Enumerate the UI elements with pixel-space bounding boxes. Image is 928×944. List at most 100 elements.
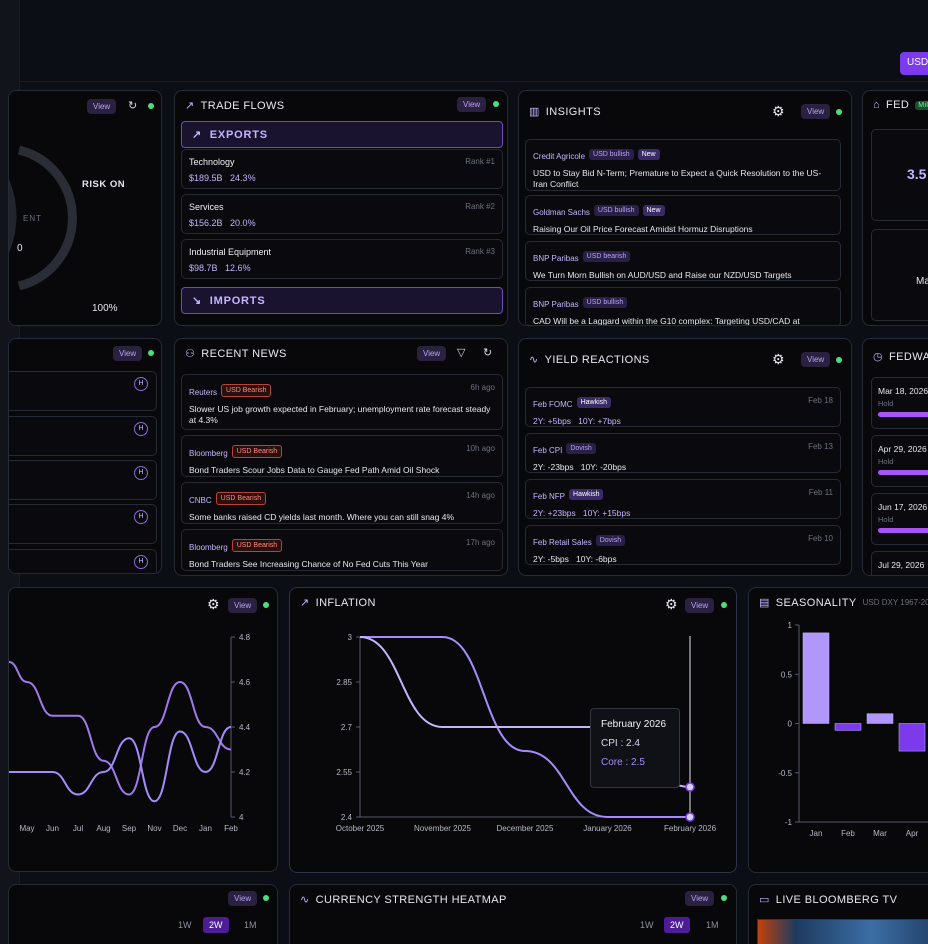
list-item[interactable]: H xyxy=(9,549,157,573)
item-values: 2Y: +5bps 10Y: +7bps xyxy=(533,416,621,426)
item-share: 24.3% xyxy=(230,173,256,183)
gear-icon[interactable]: ⚙ xyxy=(772,352,785,366)
yield-chart-panel: ⚙ View 4.8 4.6 4.4 4.2 4 May Jun Jul Aug Sep Nov De… xyxy=(8,587,278,872)
view-button[interactable]: View xyxy=(457,97,487,112)
high-impact-badge: H xyxy=(134,466,148,480)
fed-rate: 3.5 xyxy=(907,166,927,182)
item-value: $156.2B xyxy=(189,218,223,228)
news-item[interactable]: Bloomberg USD Bearish 10h ago Bond Trader… xyxy=(181,435,503,477)
video-player[interactable] xyxy=(757,919,928,944)
x-tick-label: Apr xyxy=(906,829,919,838)
item-header: CNBC USD Bearish xyxy=(189,490,495,508)
arrow-down-right-icon: ↘ xyxy=(192,295,203,307)
item-date: Feb 18 xyxy=(808,396,833,405)
probability-bar xyxy=(878,470,928,475)
news-item[interactable]: CNBC USD Bearish 14h ago Some banks raise… xyxy=(181,482,503,524)
item-values: 2Y: -5bps 10Y: -6bps xyxy=(533,554,617,564)
series-point-cpi xyxy=(685,812,695,822)
series-line-2 xyxy=(9,726,232,803)
list-item[interactable]: BNP Paribas USD bearish We Turn Morn Bull… xyxy=(525,241,841,281)
list-item[interactable]: Industrial Equipment Rank #3 $98.7B 12.6… xyxy=(181,239,503,279)
view-button[interactable]: View xyxy=(228,891,258,906)
status-dot xyxy=(836,109,842,115)
refresh-icon[interactable]: ↻ xyxy=(483,347,492,359)
item-text: Slower US job growth expected in Februar… xyxy=(189,404,491,425)
list-item[interactable]: Credit Agricole USD bullish New USD to Sta… xyxy=(525,139,841,191)
meeting-date: Jul 29, 2026 xyxy=(878,560,925,570)
inflation-panel: ↗ INFLATION ⚙ View 3 2.85 2.7 2.55 2.4 October… xyxy=(289,587,737,873)
clock-icon: ◷ xyxy=(873,351,883,363)
view-button[interactable]: View xyxy=(113,346,143,361)
refresh-icon[interactable]: ↻ xyxy=(128,100,137,112)
range-1m[interactable]: 1M xyxy=(244,920,257,930)
x-tick-label: Mar xyxy=(873,829,887,838)
y-tick-label: 4.4 xyxy=(239,723,251,732)
exports-header[interactable]: ↗ EXPORTS xyxy=(181,121,503,148)
view-button[interactable]: View xyxy=(801,104,831,119)
range-1m[interactable]: 1M xyxy=(706,920,719,930)
currency-button[interactable]: USD xyxy=(900,52,928,75)
view-button[interactable]: View xyxy=(87,99,117,114)
item-rank: Rank #3 xyxy=(465,247,495,256)
list-item[interactable]: Services Rank #2 $156.2B 20.0% xyxy=(181,194,503,234)
list-item[interactable]: Goldman Sachs USD bullish New Raising Our … xyxy=(525,195,841,235)
heatmap-panel: ∿ CURRENCY STRENGTH HEATMAP View 1W 2W 1M xyxy=(289,884,737,944)
y-tick-label: 1 xyxy=(788,621,793,630)
y-tick-label: 4 xyxy=(239,813,244,822)
fedwatch-panel: ◷ FEDWAT Mar 18, 2026 Hold Apr 29, 2026 H… xyxy=(862,338,928,576)
imports-header[interactable]: ↘ IMPORTS xyxy=(181,287,503,314)
arrow-up-right-icon: ↗ xyxy=(192,129,203,141)
view-button[interactable]: View xyxy=(685,891,715,906)
status-dot xyxy=(148,350,154,356)
list-item[interactable]: Technology Rank #1 $189.5B 24.3% xyxy=(181,149,503,189)
news-item[interactable]: Bloomberg USD Bearish 17h ago Bond Trader… xyxy=(181,529,503,571)
top-bar xyxy=(20,10,928,82)
meeting-item[interactable]: Apr 29, 2026 Hold xyxy=(871,435,928,487)
yield-item[interactable]: Feb CPI Dovish Feb 13 2Y: -23bps 10Y: -20… xyxy=(525,433,841,473)
list-item[interactable]: H xyxy=(9,416,157,456)
list-item[interactable]: BNP Paribas USD bullish CAD Will be a Lag… xyxy=(525,287,841,325)
item-text: Raising Our Oil Price Forecast Amidst Ho… xyxy=(533,224,753,234)
x-tick-label: Feb xyxy=(224,824,238,833)
news-item[interactable]: Reuters USD Bearish 6h ago Slower US job … xyxy=(181,374,503,430)
risk-label: RISK ON xyxy=(82,179,126,190)
panel-header: ∿ CURRENCY STRENGTH HEATMAP xyxy=(300,893,507,907)
view-button[interactable]: View xyxy=(417,346,447,361)
tooltip-cpi: CPI : 2.4 xyxy=(601,738,640,749)
x-tick-label: Jan xyxy=(199,824,212,833)
list-item[interactable]: H xyxy=(9,371,157,411)
filter-icon[interactable]: ▽ xyxy=(457,347,465,359)
yield-item[interactable]: Feb NFP Hawkish Feb 11 2Y: +23bps 10Y: +1… xyxy=(525,479,841,519)
seasonality-bar-chart[interactable]: 1 0.5 0 -0.5 -1 Jan Feb Mar Apr xyxy=(749,588,928,873)
y-tick-label: 0 xyxy=(788,720,793,729)
gear-icon[interactable]: ⚙ xyxy=(772,104,785,118)
range-1w[interactable]: 1W xyxy=(178,920,192,930)
meeting-item[interactable]: Jun 17, 2026 Hold xyxy=(871,493,928,545)
yield-line-chart[interactable]: 4.8 4.6 4.4 4.2 4 May Jun Jul Aug Sep Nov Dec Jan Feb xyxy=(9,588,278,872)
meeting-item[interactable]: Jul 29, 2026 xyxy=(871,551,928,575)
y-tick-label: -1 xyxy=(785,818,793,827)
fed-panel: ⌂ FED Mil 3.5 Ma xyxy=(862,90,928,326)
range-2w[interactable]: 2W xyxy=(664,917,690,933)
list-item[interactable]: H xyxy=(9,504,157,544)
yield-item[interactable]: Feb Retail Sales Dovish Feb 10 2Y: -5bps … xyxy=(525,525,841,565)
range-1w[interactable]: 1W xyxy=(640,920,654,930)
sentiment-badge: USD bearish xyxy=(582,251,631,263)
series-line-1 xyxy=(9,661,232,796)
meeting-item[interactable]: Mar 18, 2026 Hold xyxy=(871,377,928,429)
fed-rate-card: 3.5 xyxy=(871,129,928,221)
tone-badge: Dovish xyxy=(595,535,626,547)
item-source: Bloomberg xyxy=(189,543,228,552)
panel-header: ◷ FEDWAT xyxy=(873,350,928,364)
item-name: Technology xyxy=(189,157,235,167)
left-list-panel: View H H H H H xyxy=(8,338,162,574)
bar-jan xyxy=(802,632,830,724)
item-name: Services xyxy=(189,202,224,212)
meeting-status: Hold xyxy=(878,457,894,466)
range-2w[interactable]: 2W xyxy=(203,917,229,933)
x-tick-label: May xyxy=(19,824,34,833)
item-header: Feb Retail Sales Dovish xyxy=(533,532,833,550)
list-item[interactable]: H xyxy=(9,460,157,500)
view-button[interactable]: View xyxy=(801,352,831,367)
yield-item[interactable]: Feb FOMC Hawkish Feb 18 2Y: +5bps 10Y: +7… xyxy=(525,387,841,427)
